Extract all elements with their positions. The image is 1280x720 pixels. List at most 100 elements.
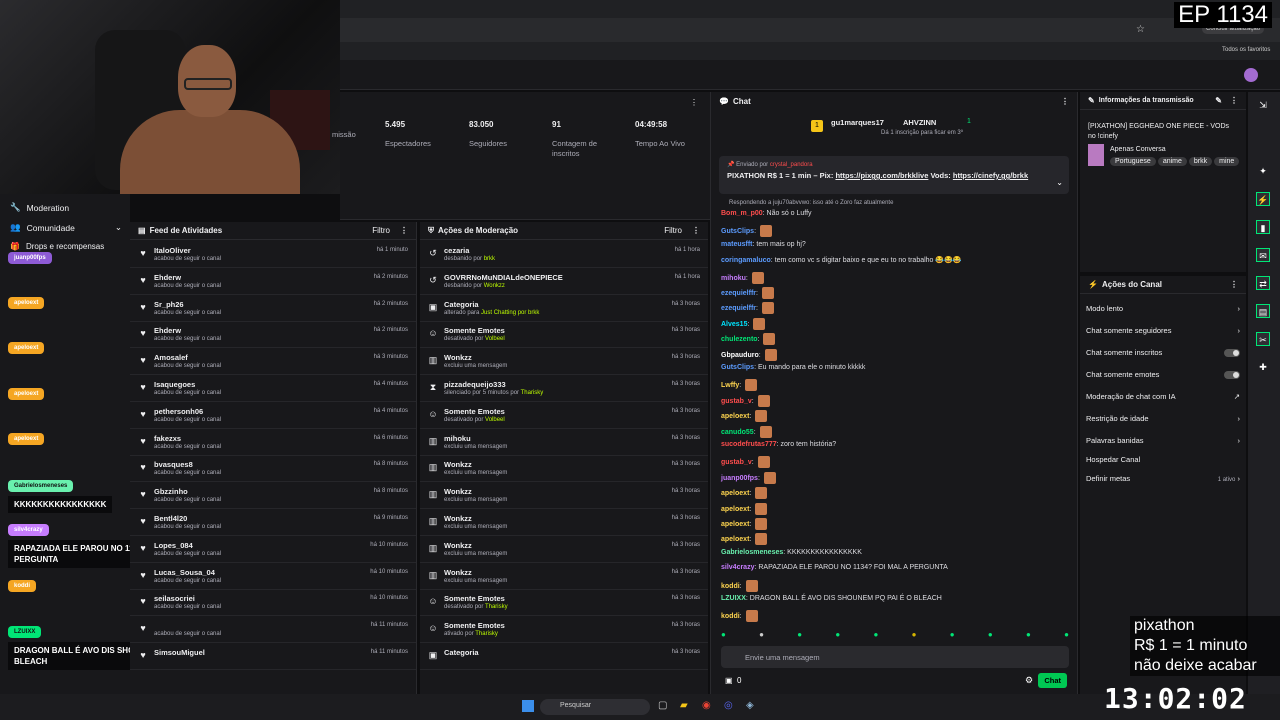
chat-message[interactable]: canudo55: <box>721 425 772 438</box>
bookmark-star-icon[interactable]: ☆ <box>1136 24 1145 35</box>
feed-row[interactable]: ♥ bvasques8 acabou de seguir o canal há … <box>130 456 416 483</box>
nav-drops[interactable]: 🎁 Drops e recompensas <box>10 242 104 251</box>
chat-username[interactable]: koddi <box>721 613 740 620</box>
chat-message[interactable]: apeloext: <box>721 518 768 530</box>
chat-message[interactable]: Bom_m_p00: Não só o Luffy <box>721 210 812 217</box>
feed-row[interactable]: ♥ Bentl4l20 acabou de seguir o canal há … <box>130 510 416 536</box>
chat-username[interactable]: apeloext <box>721 536 749 543</box>
chat-message[interactable]: silv4crazy: RAPAZIADA ELE PAROU NO 1134?… <box>721 564 948 571</box>
settings-gear-icon[interactable]: ⚙ <box>1025 675 1033 686</box>
chat-username[interactable]: LZUIXX <box>721 595 746 602</box>
feed-row[interactable]: ♥ Ehderw acabou de seguir o canal há 2 m… <box>130 322 416 349</box>
chat-message[interactable]: Gabrielosmeneses: KKKKKKKKKKKKKKKK <box>721 549 862 556</box>
chat-username[interactable]: koddi <box>721 582 740 589</box>
chat-username[interactable]: juanp00fps <box>721 475 758 482</box>
stats-menu-icon[interactable]: ⋮ <box>690 98 698 107</box>
feed-row[interactable]: ♥ Lucas_Sousa_04 acabou de seguir o cana… <box>130 564 416 590</box>
emote-icon[interactable]: ● <box>721 630 726 639</box>
chat-message[interactable]: apeloext: <box>721 502 768 515</box>
mod-action-row[interactable]: ▥ Wonkzz excluiu uma mensagem há 3 horas <box>420 510 708 536</box>
chat-username[interactable]: gustab_v <box>721 398 752 405</box>
mod-action-row[interactable]: ⧗ pizzadequeijo333 silenciado por 5 minu… <box>420 376 708 402</box>
chat-username[interactable]: GutsClips <box>721 364 754 371</box>
feed-row[interactable]: ♥ SimsouMiguel há 11 minutos <box>130 644 416 670</box>
emote-icon[interactable]: ● <box>912 630 917 639</box>
chat-message[interactable]: koddi: <box>721 610 758 623</box>
channel-action[interactable]: Chat somente emotes <box>1086 370 1240 379</box>
chat-username[interactable]: mateusfft <box>721 241 753 248</box>
chat-message[interactable]: chulezento: <box>721 333 776 346</box>
tag[interactable]: mine <box>1214 157 1240 166</box>
shortcut-icon[interactable]: ✦ <box>1256 164 1270 178</box>
clip-icon[interactable]: ▮ <box>1256 220 1270 234</box>
toggle-switch[interactable] <box>1224 370 1240 379</box>
mod-action-row[interactable]: ▥ Wonkzz excluiu uma mensagem há 3 horas <box>420 349 708 376</box>
chat-message[interactable]: koddi: <box>721 579 758 592</box>
bookmarks-folder[interactable]: Todos os favoritos <box>1222 47 1270 53</box>
feed-row[interactable]: ♥ fakezxs acabou de seguir o canal há 6 … <box>130 430 416 456</box>
collapse-icon[interactable]: ⇲ <box>1256 98 1270 112</box>
chat-message[interactable]: Gbpauduro: <box>721 348 777 361</box>
chat-username[interactable]: Alves15 <box>721 321 747 328</box>
feed-row[interactable]: ♥ Ehderw acabou de seguir o canal há 2 m… <box>130 269 416 295</box>
raid-icon[interactable]: ⇄ <box>1256 276 1270 290</box>
emote-icon[interactable]: ● <box>1064 630 1069 639</box>
chevron-down-icon[interactable]: ⌄ <box>1056 178 1063 187</box>
mod-action-row[interactable]: ☺ Somente Emotes desativado por Volbeel … <box>420 322 708 349</box>
emote-icon[interactable]: ● <box>835 630 840 639</box>
chat-username[interactable]: apeloext <box>721 413 749 420</box>
chat-menu-icon[interactable]: ⋮ <box>1061 97 1069 106</box>
feed-row[interactable]: ♥ Amosalef acabou de seguir o canal há 3… <box>130 349 416 376</box>
taskbar-search[interactable]: Pesquisar <box>540 699 650 715</box>
channel-action[interactable]: Palavras banidas › <box>1086 436 1240 445</box>
chat-input[interactable]: Envie uma mensagem <box>721 646 1069 668</box>
emote-icon[interactable]: ● <box>759 630 764 639</box>
channel-action[interactable]: Hospedar Canal <box>1086 455 1240 464</box>
chat-message[interactable]: apeloext: <box>721 533 768 546</box>
vod-link[interactable]: https://cinefy.gg/brkk <box>953 171 1028 180</box>
mod-action-row[interactable]: ▥ Wonkzz excluiu uma mensagem há 3 horas <box>420 564 708 590</box>
toggle-switch[interactable] <box>1224 348 1240 357</box>
tag[interactable]: brkk <box>1188 157 1213 166</box>
chat-username[interactable]: sucodefrutas777 <box>721 441 777 448</box>
emote-icon[interactable]: ● <box>988 630 993 639</box>
steam-icon[interactable]: ◈ <box>746 700 754 711</box>
chat-username[interactable]: Gbpauduro <box>721 351 759 358</box>
feed-row[interactable]: ♥ acabou de seguir o canal há 11 minutos <box>130 617 416 644</box>
chat-username[interactable]: ezequielffr <box>721 305 756 312</box>
tag[interactable]: Portuguese <box>1110 157 1156 166</box>
chat-message[interactable]: apeloext: <box>721 487 768 500</box>
mod-action-row[interactable]: ▥ mihoku excluiu uma mensagem há 3 horas <box>420 430 708 456</box>
chat-message[interactable]: coringamaluco: tem como vc s digitar bai… <box>721 256 962 264</box>
tools-icon[interactable]: ✂ <box>1256 332 1270 346</box>
pinned-message[interactable]: 📌 Enviado por crystal_pandora PIXATHON R… <box>719 156 1069 194</box>
mod-action-row[interactable]: ↺ GOVRRNoMuNDIALdeONEPIECE desbanido por… <box>420 269 708 295</box>
chat-message[interactable]: apeloext: <box>721 410 768 423</box>
edit-icon[interactable]: ✎ <box>1215 96 1222 105</box>
chat-username[interactable]: apeloext <box>721 490 749 497</box>
add-action-icon[interactable]: ✚ <box>1256 360 1270 374</box>
sub-leaderboard[interactable]: 1 gu1marques17 AHVZINN 1 Dá 1 inscrição … <box>811 118 991 142</box>
chat-username[interactable]: Lwffy <box>721 382 739 389</box>
emote-icon[interactable]: ● <box>1026 630 1031 639</box>
emote-icon[interactable]: ● <box>797 630 802 639</box>
mod-action-row[interactable]: ▥ Wonkzz excluiu uma mensagem há 3 horas <box>420 456 708 483</box>
chat-send-button[interactable]: Chat <box>1038 673 1067 688</box>
flash-icon[interactable]: ⚡ <box>1256 192 1270 206</box>
mod-action-row[interactable]: ▣ Categoria alterado para Just Chatting … <box>420 296 708 322</box>
actions-menu-icon[interactable]: ⋮ <box>1230 280 1238 289</box>
chat-username[interactable]: gustab_v <box>721 459 752 466</box>
mod-action-row[interactable]: ☺ Somente Emotes desativado por Volbeel … <box>420 403 708 429</box>
mod-menu-icon[interactable]: ⋮ <box>692 226 700 235</box>
chat-username[interactable]: apeloext <box>721 521 749 528</box>
chrome-icon[interactable]: ◉ <box>702 700 711 711</box>
mod-action-row[interactable]: ▣ Categoria há 3 horas <box>420 644 708 670</box>
feed-row[interactable]: ♥ pethersonh06 acabou de seguir o canal … <box>130 403 416 429</box>
channel-action[interactable]: Restrição de idade › <box>1086 414 1240 423</box>
chat-username[interactable]: mihoku <box>721 274 746 281</box>
chat-message[interactable]: juanp00fps: <box>721 471 776 484</box>
mod-action-row[interactable]: ▥ Wonkzz excluiu uma mensagem há 3 horas <box>420 483 708 510</box>
feed-menu-icon[interactable]: ⋮ <box>400 226 408 235</box>
channel-action[interactable]: Chat somente seguidores › <box>1086 326 1240 335</box>
chat-message[interactable]: Lwffy: <box>721 379 758 392</box>
